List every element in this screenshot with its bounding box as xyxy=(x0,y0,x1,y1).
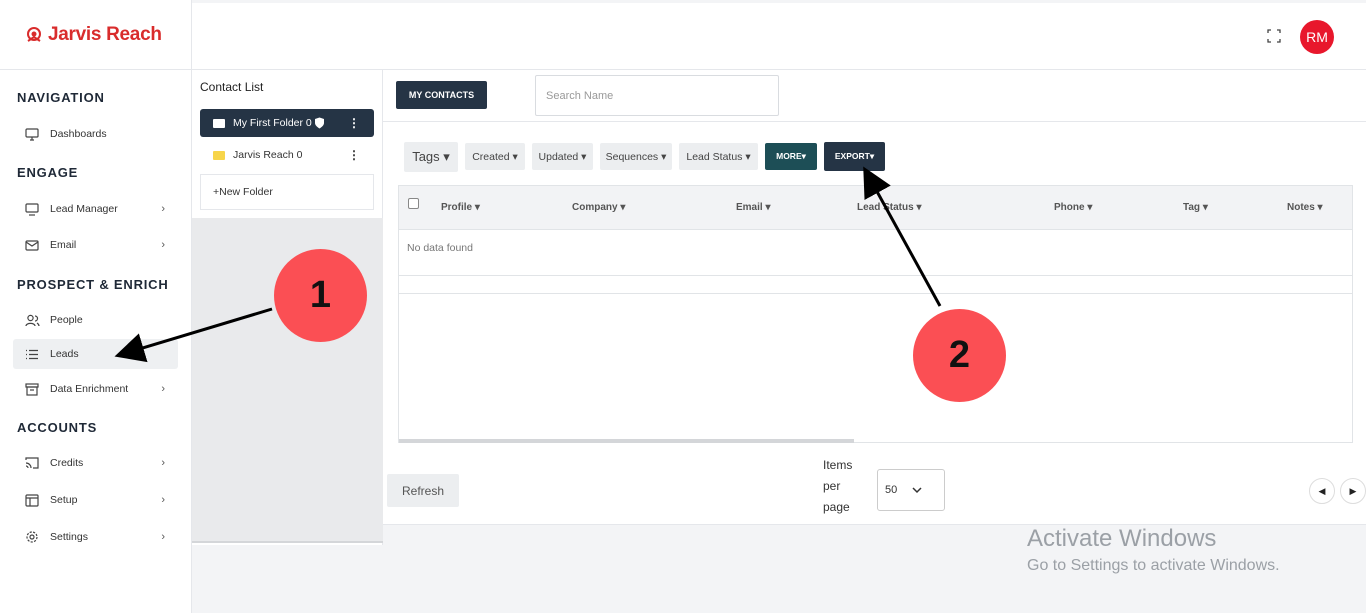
arrow-1 xyxy=(114,307,273,363)
arrow-2 xyxy=(863,166,942,307)
annotation-arrows xyxy=(114,166,942,363)
annotation-marker-1: 1 xyxy=(274,249,367,342)
annotation-marker-2: 2 xyxy=(913,309,1006,402)
